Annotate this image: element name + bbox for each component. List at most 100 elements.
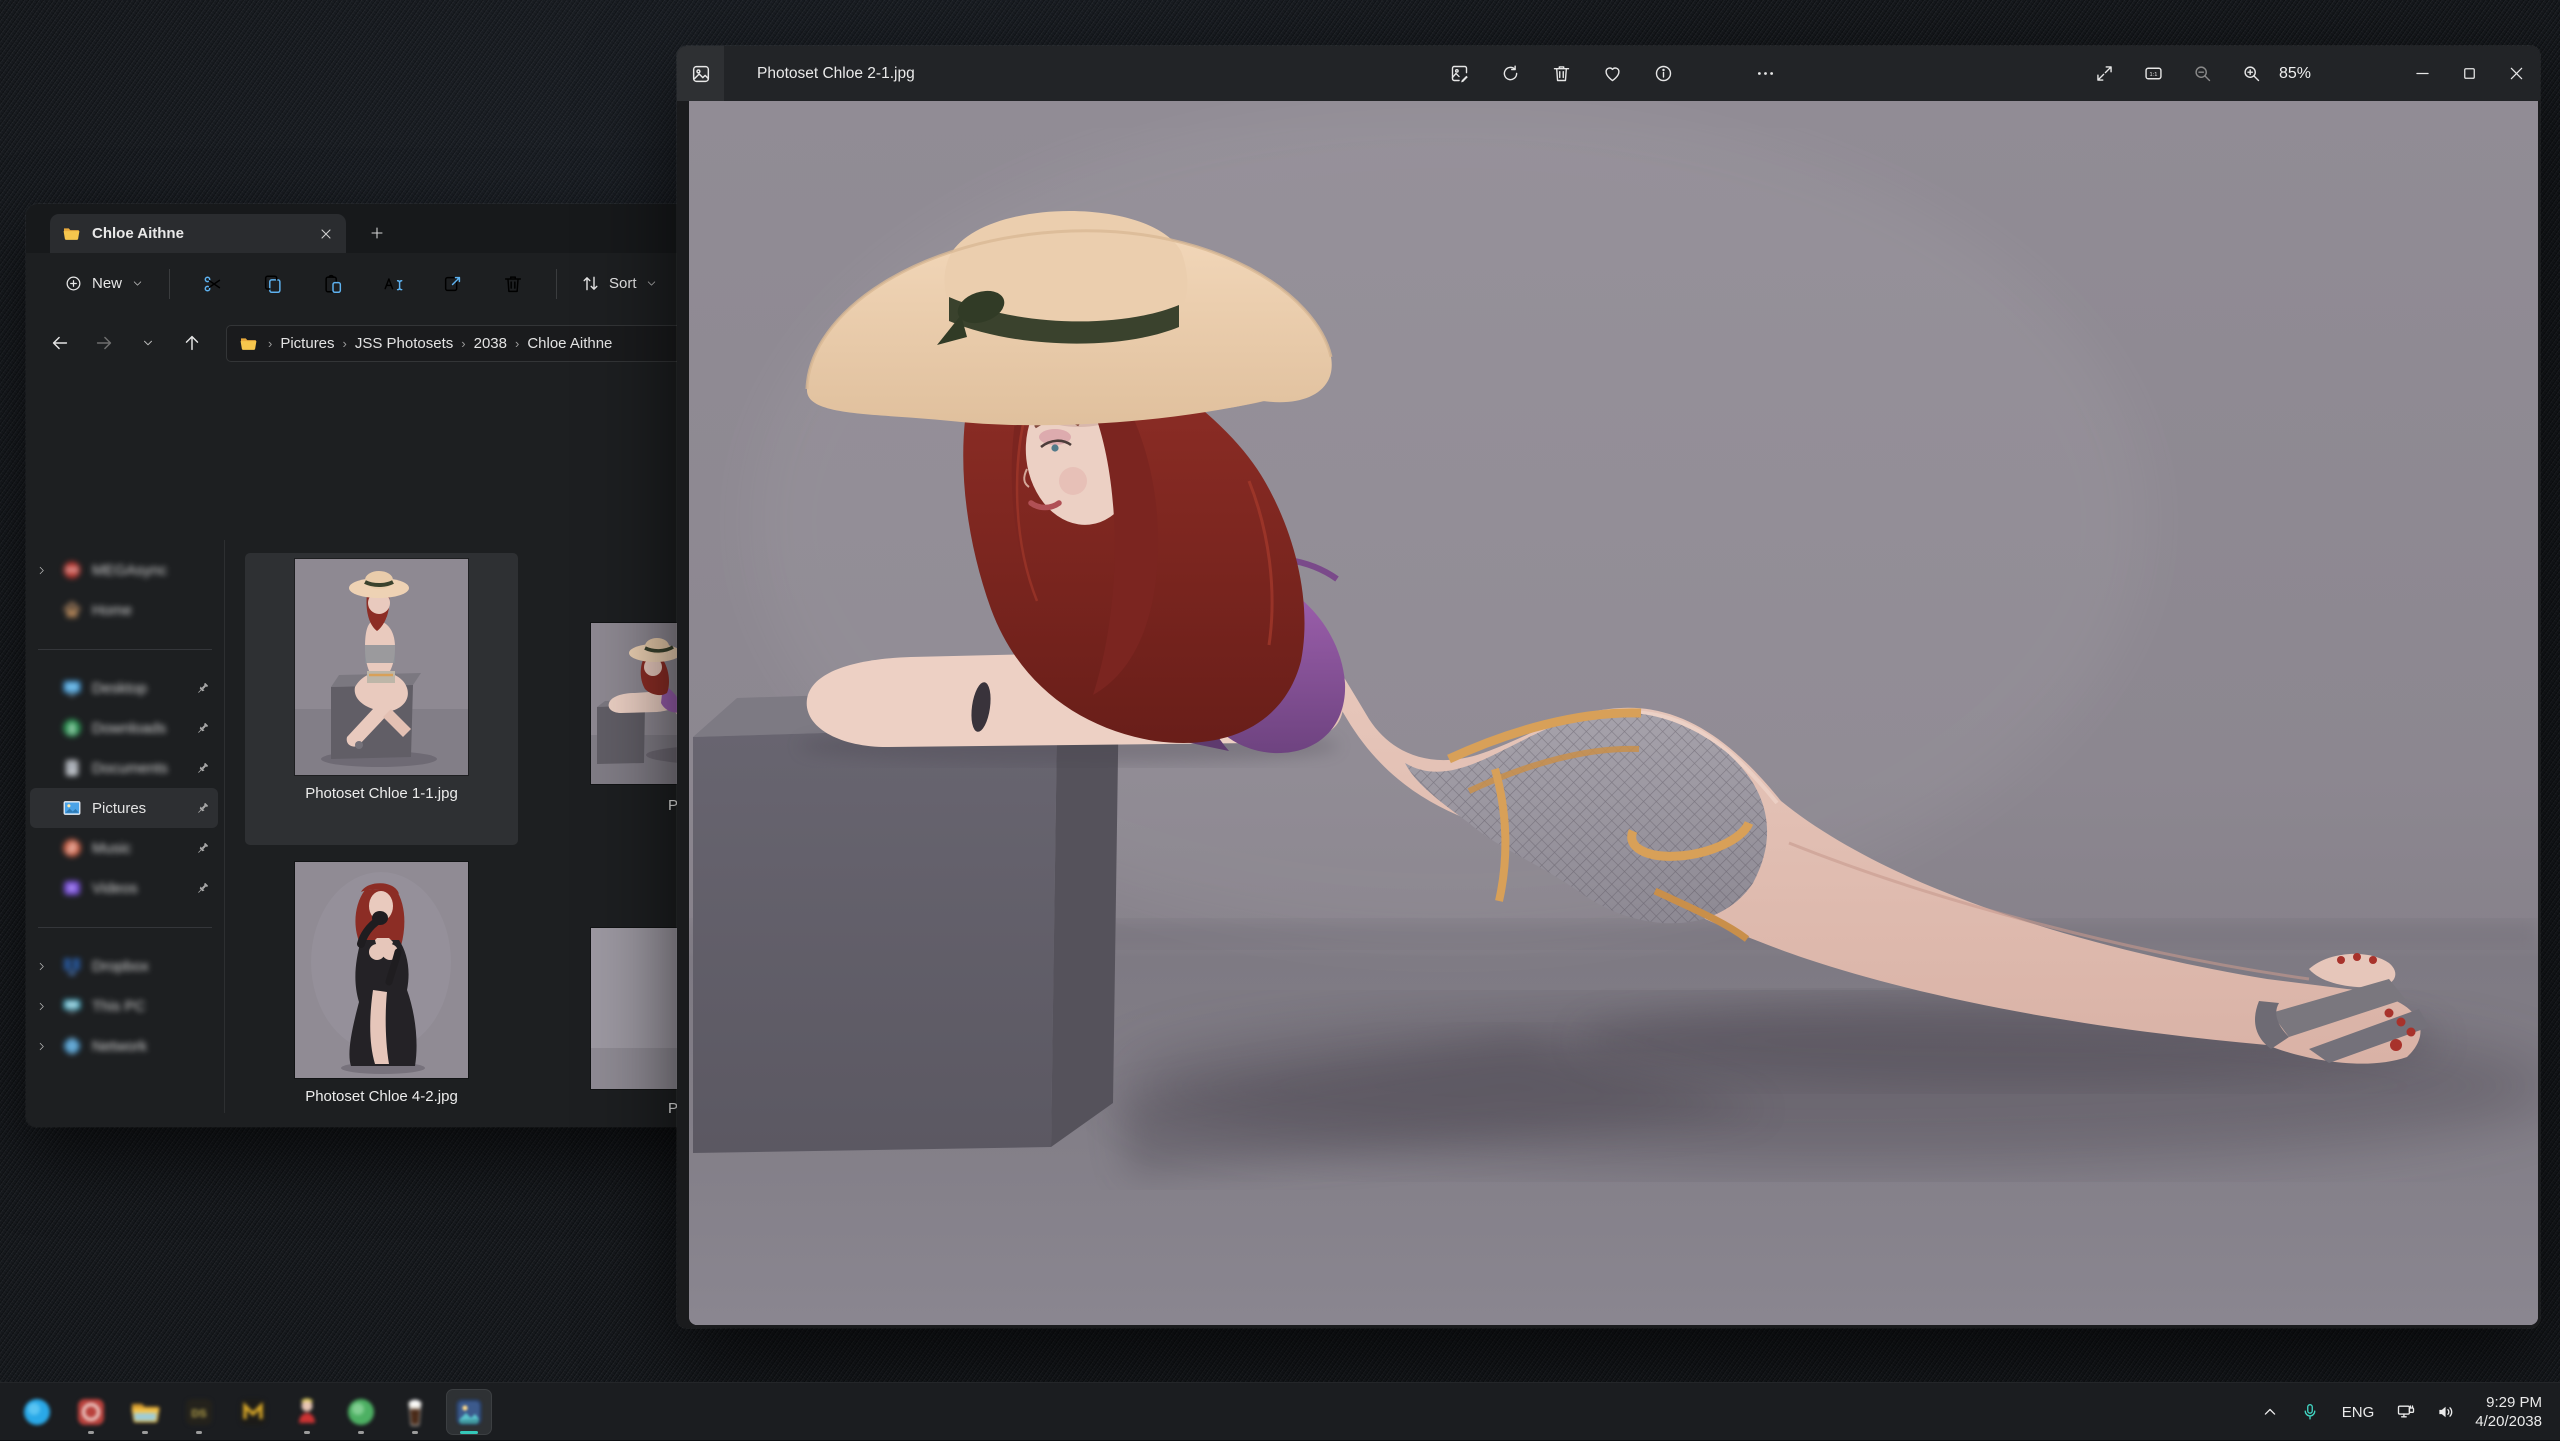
taskbar-item-app-red[interactable] xyxy=(68,1389,114,1435)
fullscreen-button[interactable] xyxy=(2084,54,2124,94)
sidebar-item-downloads[interactable]: Downloads xyxy=(30,708,218,748)
sidebar-item-documents[interactable]: Documents xyxy=(30,748,218,788)
breadcrumb-segment-2038[interactable]: 2038 xyxy=(468,332,513,355)
microphone-tray-button[interactable] xyxy=(2293,1391,2327,1433)
pin-icon xyxy=(195,881,210,896)
taskbar: DS ENG 9:29 PM 4/20/2038 xyxy=(0,1382,2560,1440)
sidebar-item-label: This PC xyxy=(92,998,210,1015)
fullscreen-icon xyxy=(2094,63,2115,84)
taskbar-item-start-button[interactable] xyxy=(14,1389,60,1435)
taskbar-item-app-m[interactable] xyxy=(230,1389,276,1435)
start-orb-icon xyxy=(21,1396,53,1428)
taskbar-item-app-character[interactable] xyxy=(284,1389,330,1435)
file-label: Photoset Chloe 4-2.jpg xyxy=(245,1088,518,1105)
sort-button-label: Sort xyxy=(609,275,637,292)
paste-icon xyxy=(322,273,344,295)
photo-image xyxy=(689,101,2538,1325)
delete-button[interactable] xyxy=(1541,54,1581,94)
sidebar-indent xyxy=(30,604,52,616)
breadcrumb-separator: › xyxy=(513,336,521,351)
photos-toolbar xyxy=(1439,46,1785,101)
sidebar-divider-line[interactable] xyxy=(224,540,225,1113)
share-button[interactable] xyxy=(431,264,475,304)
desktop-icon xyxy=(61,677,83,699)
zoom-in-icon xyxy=(2241,63,2262,84)
photos-title-bar[interactable]: Photoset Chloe 2-1.jpg 1:1 85% xyxy=(677,46,2540,101)
sidebar-item-desktop[interactable]: Desktop xyxy=(30,668,218,708)
recent-locations-button[interactable] xyxy=(128,323,168,363)
photos-app-tab[interactable] xyxy=(677,46,724,101)
tb-explorer-icon xyxy=(129,1396,161,1428)
share-button[interactable] xyxy=(1694,54,1734,94)
volume-tray-button[interactable] xyxy=(2429,1391,2463,1433)
running-indicator xyxy=(412,1431,418,1434)
file-item-3[interactable]: Photoset Chloe 4-2.jpg xyxy=(245,856,518,1148)
minimize-button[interactable] xyxy=(2399,46,2446,101)
home-icon xyxy=(61,599,83,621)
taskbar-item-file-explorer[interactable] xyxy=(122,1389,168,1435)
cut-icon xyxy=(202,273,224,295)
new-button[interactable]: New xyxy=(52,266,156,301)
close-tab-icon[interactable] xyxy=(318,226,334,242)
up-button[interactable] xyxy=(172,323,212,363)
rename-button[interactable] xyxy=(371,264,415,304)
breadcrumb-segment-chloe-aithne[interactable]: Chloe Aithne xyxy=(521,332,618,355)
app-red-icon xyxy=(75,1396,107,1428)
clock[interactable]: 9:29 PM 4/20/2038 xyxy=(2469,1393,2550,1431)
explorer-tab[interactable]: Chloe Aithne xyxy=(50,214,346,253)
running-indicator xyxy=(88,1431,94,1434)
hidden-icons-button[interactable] xyxy=(2253,1391,2287,1433)
breadcrumb-segment-jss-photosets[interactable]: JSS Photosets xyxy=(349,332,459,355)
app-drink-icon xyxy=(399,1396,431,1428)
taskbar-item-app-green[interactable] xyxy=(338,1389,384,1435)
zoom-out-button[interactable] xyxy=(2182,54,2222,94)
sidebar-item-pictures[interactable]: Pictures xyxy=(30,788,218,828)
info-button[interactable] xyxy=(1643,54,1683,94)
sidebar-item-home[interactable]: Home xyxy=(30,590,218,630)
sidebar-item-label: Home xyxy=(92,602,210,619)
back-button[interactable] xyxy=(40,323,80,363)
language-indicator[interactable]: ENG xyxy=(2333,1404,2384,1421)
file-item-1[interactable]: Photoset Chloe 1-1.jpg xyxy=(245,553,518,845)
copy-button[interactable] xyxy=(251,264,295,304)
sidebar-item-dropbox[interactable]: Dropbox xyxy=(30,946,218,986)
sidebar-indent xyxy=(30,802,52,814)
expand-chevron-icon[interactable] xyxy=(30,1000,52,1012)
sidebar-item-this-pc[interactable]: This PC xyxy=(30,986,218,1026)
photos-app-icon xyxy=(690,63,712,85)
expand-chevron-icon[interactable] xyxy=(30,960,52,972)
zoom-in-button[interactable] xyxy=(2231,54,2271,94)
favorite-button[interactable] xyxy=(1592,54,1632,94)
sort-button[interactable]: Sort xyxy=(570,265,668,302)
new-tab-button[interactable] xyxy=(364,220,390,246)
breadcrumb-segment-pictures[interactable]: Pictures xyxy=(274,332,340,355)
close-button[interactable] xyxy=(2493,46,2540,101)
expand-chevron-icon[interactable] xyxy=(30,1040,52,1052)
sidebar-item-videos[interactable]: Videos xyxy=(30,868,218,908)
photo-viewer-canvas[interactable] xyxy=(689,101,2538,1325)
svg-text:DS: DS xyxy=(191,1408,206,1420)
sidebar-item-label: MEGAsync xyxy=(92,562,210,579)
maximize-button[interactable] xyxy=(2446,46,2493,101)
microphone-icon xyxy=(2300,1402,2320,1422)
more-button[interactable] xyxy=(1745,54,1785,94)
app-green-icon xyxy=(345,1396,377,1428)
network-tray-button[interactable] xyxy=(2389,1391,2423,1433)
delete-button[interactable] xyxy=(491,264,535,304)
rotate-button[interactable] xyxy=(1490,54,1530,94)
actual-size-button[interactable]: 1:1 xyxy=(2133,54,2173,94)
paste-button[interactable] xyxy=(311,264,355,304)
sidebar-item-megasync[interactable]: MEGAsync xyxy=(30,550,218,590)
expand-chevron-icon[interactable] xyxy=(30,564,52,576)
sidebar-item-label: Videos xyxy=(92,880,186,897)
taskbar-item-photos-app[interactable] xyxy=(446,1389,492,1435)
taskbar-item-app-drink[interactable] xyxy=(392,1389,438,1435)
sidebar-item-network[interactable]: Network xyxy=(30,1026,218,1066)
taskbar-item-app-ds[interactable]: DS xyxy=(176,1389,222,1435)
sidebar-item-label: Dropbox xyxy=(92,958,210,975)
music-icon xyxy=(61,837,83,859)
forward-button[interactable] xyxy=(84,323,124,363)
cut-button[interactable] xyxy=(191,264,235,304)
edit-image-button[interactable] xyxy=(1439,54,1479,94)
sidebar-item-music[interactable]: Music xyxy=(30,828,218,868)
